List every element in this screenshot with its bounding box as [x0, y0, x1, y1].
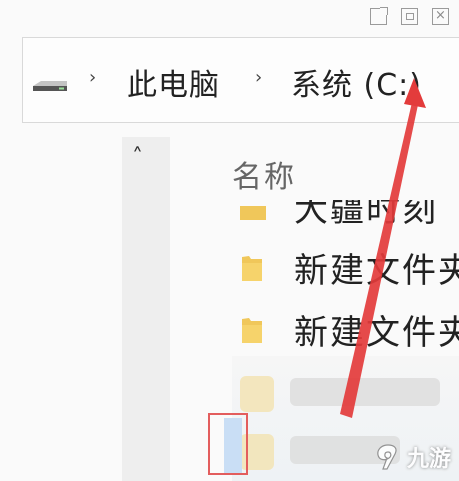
watermark: 九游	[373, 441, 451, 473]
annotation-arrow	[340, 78, 426, 418]
swirl-logo-icon	[377, 444, 397, 470]
watermark-text: 九游	[406, 447, 451, 472]
